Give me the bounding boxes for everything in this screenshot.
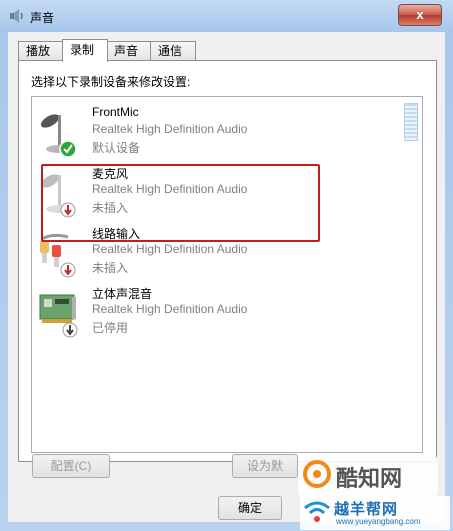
tab-communications[interactable]: 通信: [150, 41, 196, 60]
instruction-label: 选择以下录制设备来修改设置:: [31, 75, 191, 89]
sound-card-icon: [39, 294, 78, 338]
unplugged-badge-icon: [60, 262, 76, 278]
device-status: 已停用: [92, 321, 129, 335]
close-icon: x: [416, 7, 424, 22]
title-bar[interactable]: 声音 x: [0, 0, 453, 32]
microphone-icon: [40, 114, 77, 158]
watermark-site-url: www.yueyangbang.com: [336, 517, 421, 526]
device-driver: Realtek High Definition Audio: [92, 302, 248, 316]
scrollbar-thumb[interactable]: [404, 103, 418, 141]
device-driver: Realtek High Definition Audio: [92, 242, 248, 256]
configure-button[interactable]: 配置(C): [32, 454, 110, 478]
speaker-icon: [10, 9, 23, 23]
brand-logo-icon: [303, 460, 331, 488]
wifi-icon: [304, 501, 330, 522]
tab-sounds[interactable]: 声音: [106, 41, 152, 60]
recording-panel: 选择以下录制设备来修改设置: FrontMic Realtek High Def…: [18, 60, 437, 462]
device-item-frontmic[interactable]: FrontMic Realtek High Definition Audio 默…: [32, 101, 392, 161]
close-button[interactable]: x: [398, 4, 442, 26]
watermark-brand-text: 酷知网: [336, 466, 403, 491]
tab-playback[interactable]: 播放: [18, 41, 64, 60]
tab-recording[interactable]: 录制: [62, 39, 108, 62]
check-badge-icon: [59, 140, 77, 158]
device-status: 未插入: [92, 261, 129, 275]
watermark-site-name: 越羊帮网: [334, 501, 399, 518]
watermark-site: 越羊帮网 www.yueyangbang.com: [300, 496, 450, 530]
device-driver: Realtek High Definition Audio: [92, 122, 248, 136]
device-name: FrontMic: [92, 105, 139, 119]
ok-button[interactable]: 确定: [218, 496, 282, 520]
device-item-stereo-mix[interactable]: 立体声混音 Realtek High Definition Audio 已停用: [32, 281, 392, 341]
watermark-brand: 酷知网: [298, 455, 438, 497]
dialog-client-area: 播放 录制 声音 通信 选择以下录制设备来修改设置: FrontMic Real…: [8, 32, 445, 522]
device-status: 默认设备: [92, 141, 141, 155]
device-name: 立体声混音: [92, 287, 153, 301]
set-default-button[interactable]: 设为默: [232, 454, 298, 478]
disabled-badge-icon: [62, 322, 78, 338]
recording-device-list[interactable]: FrontMic Realtek High Definition Audio 默…: [31, 96, 423, 453]
annotation-highlight-box: [41, 164, 320, 242]
window-title: 声音: [30, 11, 55, 25]
sound-dialog-window: 声音 x 播放 录制 声音 通信 选择以下录制设备来修改设置: FrontMic…: [0, 0, 453, 531]
